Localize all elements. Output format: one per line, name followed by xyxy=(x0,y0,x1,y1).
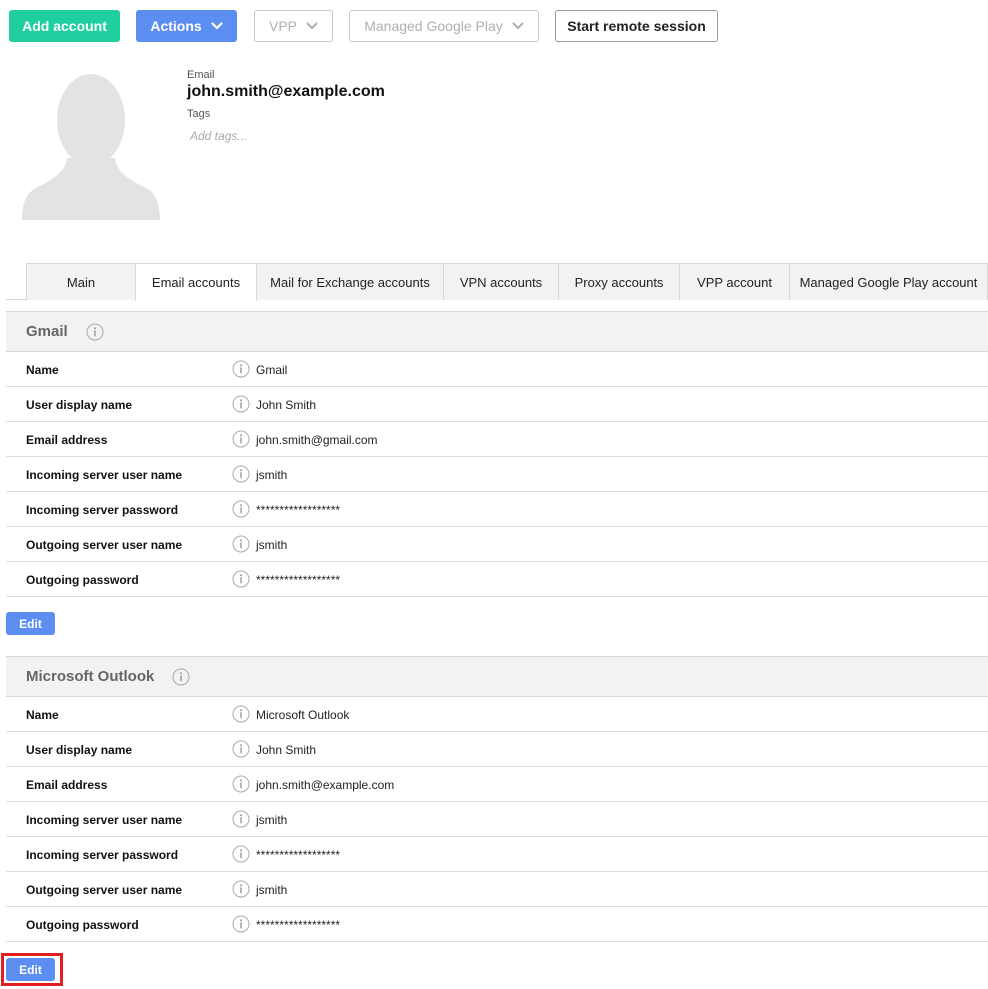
edit-outlook-button[interactable]: Edit xyxy=(6,958,55,981)
account-section-header: Microsoft Outlook xyxy=(6,656,988,697)
info-icon[interactable] xyxy=(232,705,250,723)
tab-label: VPP account xyxy=(697,274,772,290)
info-icon[interactable] xyxy=(86,323,104,341)
vpp-dropdown-button[interactable]: VPP xyxy=(254,10,333,42)
field-value: jsmith xyxy=(256,538,288,552)
start-remote-session-button[interactable]: Start remote session xyxy=(555,10,718,42)
chevron-down-icon xyxy=(211,20,223,32)
tab-label: Email accounts xyxy=(151,275,241,290)
managed-google-play-label: Managed Google Play xyxy=(364,18,503,34)
field-value: ****************** xyxy=(256,503,341,517)
field-value: jsmith xyxy=(256,468,288,482)
chevron-down-icon xyxy=(512,20,524,32)
table-row: Email address john.smith@gmail.com xyxy=(6,422,988,457)
add-account-label: Add account xyxy=(22,18,107,34)
avatar xyxy=(22,72,160,220)
info-icon[interactable] xyxy=(232,810,250,828)
field-value: john.smith@gmail.com xyxy=(256,433,378,447)
tab-vpp-account[interactable]: VPP account xyxy=(679,263,790,300)
table-row: Outgoing server user name jsmith xyxy=(6,872,988,907)
table-row: Outgoing server user name jsmith xyxy=(6,527,988,562)
info-icon[interactable] xyxy=(232,500,250,518)
table-row: User display name John Smith xyxy=(6,732,988,767)
tab-label: Managed Google Play account xyxy=(799,274,978,290)
field-value: Gmail xyxy=(256,363,288,377)
field-value: ****************** xyxy=(256,848,341,862)
field-value: ****************** xyxy=(256,573,341,587)
info-icon[interactable] xyxy=(172,668,190,686)
info-icon[interactable] xyxy=(232,395,250,413)
table-row: Outgoing password ****************** xyxy=(6,907,988,942)
field-value: jsmith xyxy=(256,813,288,827)
tab-label: Mail for Exchange accounts xyxy=(270,274,430,290)
vpp-label: VPP xyxy=(268,18,297,34)
field-label: Name xyxy=(26,363,59,377)
add-account-button[interactable]: Add account xyxy=(9,10,120,42)
field-label: Incoming server user name xyxy=(26,468,183,482)
info-icon[interactable] xyxy=(232,465,250,483)
tab-label: VPN accounts xyxy=(459,274,543,290)
tab-main[interactable]: Main xyxy=(26,263,136,300)
info-icon[interactable] xyxy=(232,775,250,793)
field-label: Incoming server user name xyxy=(26,813,183,827)
table-row: Name Gmail xyxy=(6,352,988,387)
field-label: Outgoing password xyxy=(26,573,139,587)
start-remote-session-label: Start remote session xyxy=(567,18,706,34)
actions-dropdown-button[interactable]: Actions xyxy=(136,10,237,42)
tab-vpn-accounts[interactable]: VPN accounts xyxy=(443,263,559,300)
field-label: User display name xyxy=(26,743,133,757)
field-value: John Smith xyxy=(256,743,317,757)
tab-email-accounts[interactable]: Email accounts xyxy=(135,263,257,301)
edit-gmail-button[interactable]: Edit xyxy=(6,612,55,635)
user-silhouette-icon xyxy=(22,74,160,220)
table-row: Incoming server user name jsmith xyxy=(6,457,988,492)
info-icon[interactable] xyxy=(232,845,250,863)
email-value: john.smith@example.com xyxy=(187,83,385,100)
field-label: Email address xyxy=(26,778,108,792)
field-label: Outgoing server user name xyxy=(26,883,183,897)
field-label: User display name xyxy=(26,398,133,412)
field-value: jsmith xyxy=(256,883,288,897)
tab-bar: Main Email accounts Mail for Exchange ac… xyxy=(6,263,988,301)
field-value: Microsoft Outlook xyxy=(256,708,350,722)
email-label: Email xyxy=(187,69,215,81)
section-title: Microsoft Outlook xyxy=(26,668,155,685)
section-title: Gmail xyxy=(26,323,68,340)
info-icon[interactable] xyxy=(232,740,250,758)
table-row: Incoming server password ***************… xyxy=(6,492,988,527)
tab-proxy-accounts[interactable]: Proxy accounts xyxy=(558,263,680,300)
table-row: User display name John Smith xyxy=(6,387,988,422)
tab-mail-for-exchange-accounts[interactable]: Mail for Exchange accounts xyxy=(256,263,444,300)
chevron-down-icon xyxy=(306,20,318,32)
table-row: Email address john.smith@example.com xyxy=(6,767,988,802)
info-icon[interactable] xyxy=(232,880,250,898)
field-label: Incoming server password xyxy=(26,848,179,862)
field-label: Email address xyxy=(26,433,108,447)
managed-google-play-dropdown-button[interactable]: Managed Google Play xyxy=(349,10,539,42)
tags-label: Tags xyxy=(187,108,211,120)
tags-input[interactable] xyxy=(190,126,450,146)
field-value: ****************** xyxy=(256,918,341,932)
info-icon[interactable] xyxy=(232,360,250,378)
tab-label: Main xyxy=(66,274,96,290)
tab-label: Proxy accounts xyxy=(574,274,664,290)
field-value: john.smith@example.com xyxy=(256,778,395,792)
info-icon[interactable] xyxy=(232,915,250,933)
account-section-header: Gmail xyxy=(6,311,988,352)
field-value: John Smith xyxy=(256,398,317,412)
info-icon[interactable] xyxy=(232,570,250,588)
table-row: Outgoing password ****************** xyxy=(6,562,988,597)
table-row: Incoming server password ***************… xyxy=(6,837,988,872)
actions-label: Actions xyxy=(150,18,202,34)
info-icon[interactable] xyxy=(232,535,250,553)
table-row: Incoming server user name jsmith xyxy=(6,802,988,837)
field-label: Outgoing password xyxy=(26,918,139,932)
table-row: Name Microsoft Outlook xyxy=(6,697,988,732)
field-label: Incoming server password xyxy=(26,503,179,517)
field-label: Name xyxy=(26,708,59,722)
info-icon[interactable] xyxy=(232,430,250,448)
tab-managed-google-play-account[interactable]: Managed Google Play account xyxy=(789,263,988,300)
field-label: Outgoing server user name xyxy=(26,538,183,552)
